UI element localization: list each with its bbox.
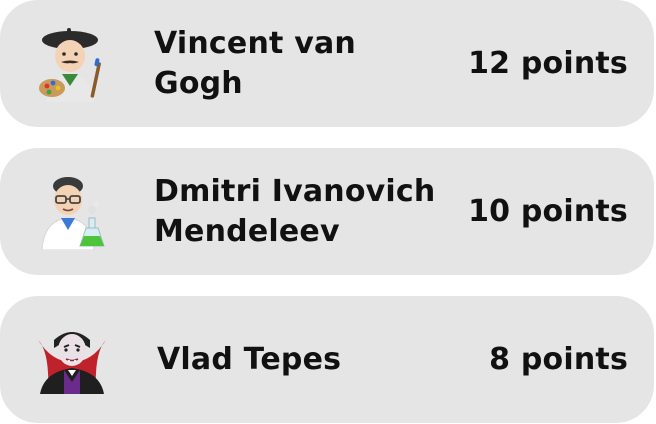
leaderboard-entry[interactable]: Vincent van Gogh 12 points bbox=[0, 0, 654, 127]
artist-emoji-icon bbox=[34, 26, 110, 102]
leaderboard-list: Vincent van Gogh 12 points Dmitri Ivanov… bbox=[0, 0, 656, 424]
leaderboard-entry[interactable]: Dmitri Ivanovich Mendeleev 10 points bbox=[0, 148, 654, 275]
entry-name: Dmitri Ivanovich Mendeleev bbox=[154, 173, 436, 249]
scientist-emoji-icon bbox=[34, 174, 110, 250]
entry-points: 10 points bbox=[468, 194, 628, 229]
vampire-emoji-icon bbox=[34, 322, 110, 398]
leaderboard-entry[interactable]: Vlad Tepes 8 points bbox=[0, 296, 654, 423]
entry-points: 8 points bbox=[489, 342, 628, 377]
entry-points: 12 points bbox=[468, 46, 628, 81]
entry-name: Vlad Tepes bbox=[157, 341, 342, 377]
entry-name: Vincent van Gogh bbox=[154, 25, 356, 101]
